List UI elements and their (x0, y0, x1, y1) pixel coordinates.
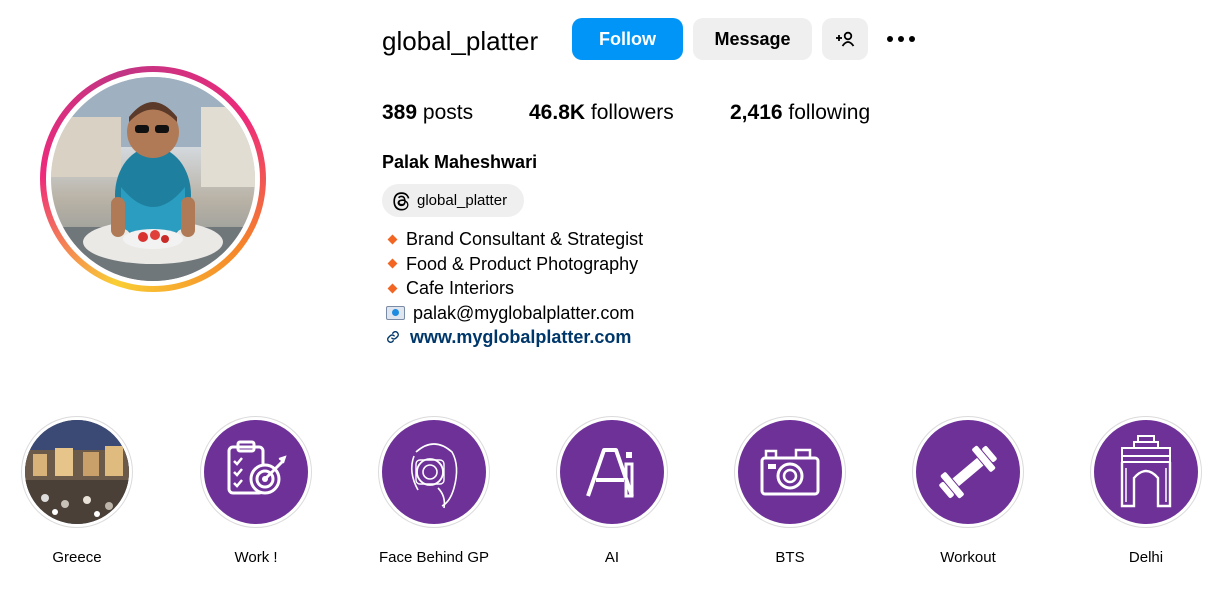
highlight-ai[interactable]: AI (555, 416, 669, 566)
posts-label: posts (422, 101, 474, 124)
highlight-label: Workout (940, 549, 996, 566)
highlight-label: AI (604, 549, 620, 566)
highlight-label: Greece (52, 549, 102, 566)
highlight-cover (560, 420, 664, 524)
more-options-button[interactable] (880, 18, 922, 60)
website-link[interactable]: www.myglobalplatter.com (386, 325, 643, 350)
highlight-label: BTS (775, 549, 805, 566)
profile-bio: Brand Consultant & Strategist Food & Pro… (386, 227, 643, 350)
profile-full-name: Palak Maheshwari (382, 152, 538, 172)
bio-text: Brand Consultant & Strategist (406, 229, 644, 249)
highlight-ring (200, 416, 312, 528)
bio-line: Food & Product Photography (386, 252, 643, 277)
highlight-ring (912, 416, 1024, 528)
india-gate-icon (1120, 435, 1172, 508)
highlight-cover (204, 420, 308, 524)
highlight-workout[interactable]: Workout (911, 416, 1025, 566)
bio-line: Brand Consultant & Strategist (386, 227, 643, 252)
profile-avatar-story-ring[interactable] (40, 66, 266, 292)
website-url: www.myglobalplatter.com (410, 327, 632, 347)
email-envelope-icon (386, 305, 405, 320)
more-options-icon (887, 36, 915, 42)
posts-count: 389 (382, 101, 418, 124)
profile-username: global_platter (382, 26, 539, 56)
highlight-cover (25, 420, 129, 524)
orange-diamond-icon (387, 283, 398, 294)
avatar-ring-gap (46, 72, 260, 286)
followers-label: followers (590, 101, 674, 124)
avatar-photo-illustration (51, 77, 255, 281)
followers-stat[interactable]: 46.8K followers (529, 99, 674, 127)
highlight-label: Face Behind GP (378, 549, 490, 566)
threads-icon (393, 192, 410, 211)
highlight-ring (1090, 416, 1202, 528)
bio-email: palak@myglobalplatter.com (413, 302, 635, 323)
greece-photo (25, 420, 129, 524)
bio-text: Cafe Interiors (406, 278, 515, 298)
bio-line: Cafe Interiors (386, 276, 643, 301)
highlight-delhi[interactable]: Delhi (1089, 416, 1203, 566)
followers-count: 46.8K (529, 101, 586, 124)
following-label: following (788, 101, 871, 124)
orange-diamond-icon (387, 234, 398, 245)
highlight-greece[interactable]: Greece (20, 416, 134, 566)
ai-letters-icon (586, 448, 634, 498)
highlight-work[interactable]: Work ! (199, 416, 313, 566)
highlight-ring (378, 416, 490, 528)
highlight-ring (734, 416, 846, 528)
highlight-cover (382, 420, 486, 524)
clipboard-target-icon (227, 440, 287, 495)
highlight-cover (738, 420, 842, 524)
highlight-cover (916, 420, 1020, 524)
avatar[interactable] (51, 77, 255, 281)
highlight-label: Delhi (1128, 549, 1164, 566)
suggested-users-button[interactable] (822, 18, 868, 60)
camera-face-icon (410, 443, 458, 509)
follow-button[interactable]: Follow (572, 18, 683, 60)
threads-badge[interactable]: global_platter (382, 184, 524, 217)
highlight-ring (21, 416, 133, 528)
link-icon (387, 331, 399, 344)
bio-text: Food & Product Photography (406, 253, 639, 274)
orange-diamond-icon (387, 258, 398, 269)
message-button[interactable]: Message (693, 18, 812, 60)
highlight-label: Work ! (234, 549, 278, 566)
highlight-ring (556, 416, 668, 528)
following-stat[interactable]: 2,416 following (730, 99, 870, 127)
add-user-icon (836, 31, 855, 47)
threads-handle: global_platter (417, 192, 508, 209)
highlight-bts[interactable]: BTS (733, 416, 847, 566)
bio-email-line: palak@myglobalplatter.com (386, 301, 643, 326)
camera-icon (760, 448, 820, 496)
following-count: 2,416 (730, 101, 783, 124)
posts-stat: 389 posts (382, 99, 473, 127)
highlight-cover (1094, 420, 1198, 524)
dumbbell-icon (939, 445, 997, 499)
highlight-face-behind-gp[interactable]: Face Behind GP (377, 416, 491, 566)
